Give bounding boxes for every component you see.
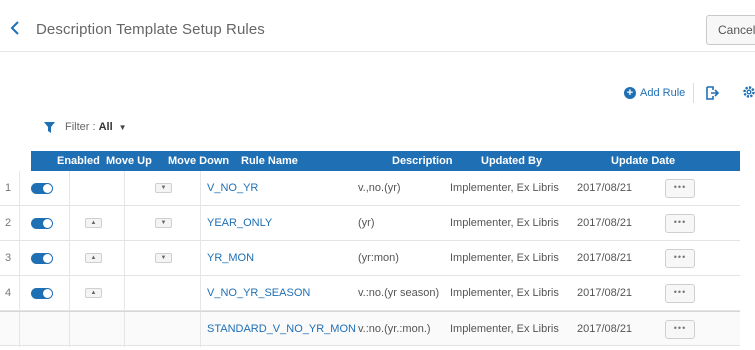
add-rule-label: Add Rule	[640, 87, 686, 99]
page-header: Description Template Setup Rules Cancel	[0, 0, 755, 52]
page-title: Description Template Setup Rules	[36, 21, 265, 38]
export-icon[interactable]	[705, 86, 719, 100]
column-header-move-down[interactable]: Move Down	[168, 155, 229, 167]
row-actions-button[interactable]: •••	[665, 284, 695, 303]
move-up-button[interactable]: ▲	[85, 218, 102, 228]
description-cell: v.:no.(yr season)	[358, 287, 440, 299]
update-date-cell: 2017/08/21	[577, 287, 633, 299]
updated-by-cell: Implementer, Ex Libris	[450, 182, 559, 194]
table-row: STANDARD_V_NO_YR_MON v.:no.(yr.:mon.) Im…	[0, 311, 740, 347]
rule-name-link[interactable]: YR_MON	[207, 241, 254, 276]
enabled-toggle[interactable]	[31, 253, 53, 264]
row-actions-button[interactable]: •••	[665, 179, 695, 198]
column-header-rule-name[interactable]: Rule Name	[241, 155, 298, 167]
enabled-toggle[interactable]	[31, 183, 53, 194]
row-actions-button[interactable]: •••	[665, 249, 695, 268]
table-row: 1 ▼ V_NO_YR v.,no.(yr) Implementer, Ex L…	[0, 171, 740, 206]
move-up-button[interactable]: ▲	[85, 253, 102, 263]
column-header-update-date[interactable]: Update Date	[611, 155, 675, 167]
column-header-updated-by[interactable]: Updated By	[481, 155, 542, 167]
row-actions-button[interactable]: •••	[665, 214, 695, 233]
move-down-button[interactable]: ▼	[155, 183, 172, 193]
table-toolbar: + Add Rule	[0, 80, 755, 106]
description-cell: (yr:mon)	[358, 252, 399, 264]
move-up-button[interactable]: ▲	[85, 288, 102, 298]
filter-label: Filter :	[65, 121, 96, 133]
enabled-toggle[interactable]	[31, 218, 53, 229]
updated-by-cell: Implementer, Ex Libris	[450, 323, 559, 335]
table-row: 3 ▲ ▼ YR_MON (yr:mon) Implementer, Ex Li…	[0, 241, 740, 276]
rule-name-link[interactable]: YEAR_ONLY	[207, 206, 272, 241]
table-row: 2 ▲ ▼ YEAR_ONLY (yr) Implementer, Ex Lib…	[0, 206, 740, 241]
row-number: 1	[5, 182, 12, 194]
enabled-toggle[interactable]	[31, 288, 53, 299]
column-header-description[interactable]: Description	[392, 155, 453, 167]
table-header: Enabled Move Up Move Down Rule Name Desc…	[31, 151, 740, 171]
description-cell: v.,no.(yr)	[358, 182, 401, 194]
toolbar-divider	[693, 83, 694, 103]
rule-name-link[interactable]: V_NO_YR_SEASON	[207, 276, 310, 311]
updated-by-cell: Implementer, Ex Libris	[450, 252, 559, 264]
row-number: 3	[5, 252, 12, 264]
row-number: 4	[5, 287, 12, 299]
update-date-cell: 2017/08/21	[577, 217, 633, 229]
column-header-enabled[interactable]: Enabled	[57, 155, 100, 167]
gear-icon[interactable]	[742, 85, 755, 99]
rule-name-link[interactable]: V_NO_YR	[207, 171, 258, 206]
plus-icon: +	[624, 87, 636, 99]
updated-by-cell: Implementer, Ex Libris	[450, 287, 559, 299]
add-rule-button[interactable]: + Add Rule	[624, 85, 685, 101]
rule-name-link[interactable]: STANDARD_V_NO_YR_MON	[207, 312, 356, 347]
description-cell: v.:no.(yr.:mon.)	[358, 323, 431, 335]
update-date-cell: 2017/08/21	[577, 182, 633, 194]
chevron-left-icon[interactable]	[8, 20, 22, 36]
row-actions-button[interactable]: •••	[665, 320, 695, 339]
updated-by-cell: Implementer, Ex Libris	[450, 217, 559, 229]
description-cell: (yr)	[358, 217, 375, 229]
cancel-button[interactable]: Cancel	[706, 15, 755, 45]
filter-value: All	[98, 121, 113, 133]
column-header-move-up[interactable]: Move Up	[106, 155, 152, 167]
move-down-button[interactable]: ▼	[155, 253, 172, 263]
row-number: 2	[5, 217, 12, 229]
update-date-cell: 2017/08/21	[577, 323, 633, 335]
funnel-icon	[44, 121, 55, 133]
table-row: 4 ▲ V_NO_YR_SEASON v.:no.(yr season) Imp…	[0, 276, 740, 311]
filter-control[interactable]: Filter : All ▼	[44, 121, 127, 133]
chevron-down-icon: ▼	[118, 122, 127, 132]
move-down-button[interactable]: ▼	[155, 218, 172, 228]
update-date-cell: 2017/08/21	[577, 252, 633, 264]
